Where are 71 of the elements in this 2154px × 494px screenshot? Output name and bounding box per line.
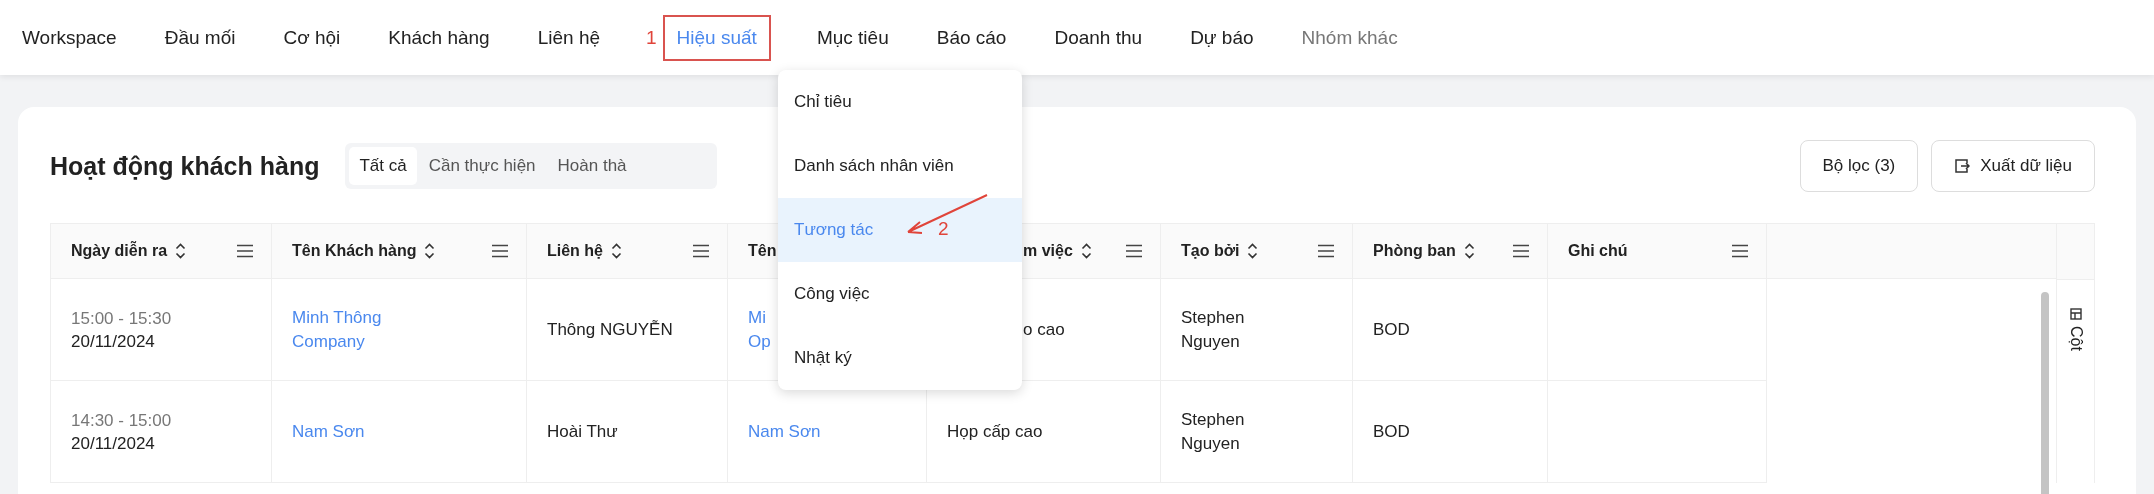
link[interactable]: Mi Op — [748, 305, 771, 354]
link[interactable]: Minh Thông Company — [292, 305, 382, 354]
menu-item[interactable]: Chỉ tiêu — [778, 70, 1022, 134]
sort-icon[interactable] — [175, 242, 187, 260]
time-range: 14:30 - 15:00 — [71, 409, 172, 432]
link[interactable]: Nam Sơn — [748, 419, 821, 444]
card-title: Hoạt động khách hàng — [50, 151, 320, 181]
nav-item[interactable]: Dự báo — [1188, 14, 1256, 61]
filter-button[interactable]: Bộ lọc (3) — [1799, 140, 1919, 192]
menu-icon[interactable] — [693, 244, 709, 258]
filter-tab[interactable]: Hoàn thà — [547, 147, 637, 185]
sort-icon[interactable] — [424, 242, 436, 260]
table-cell-text: Stephen Nguyen — [1181, 408, 1245, 455]
nav-item[interactable]: Báo cáo — [934, 14, 1009, 61]
sort-icon[interactable] — [611, 242, 622, 260]
nav-item[interactable]: Doanh thu — [1052, 14, 1145, 61]
filter-tab[interactable]: Cần thực hiện — [418, 147, 546, 185]
nav-item[interactable]: Nhóm khác — [1299, 14, 1400, 61]
sort-icon[interactable] — [1463, 242, 1475, 260]
column-title: Tạo bởi — [1181, 242, 1240, 260]
table-cell-text: BOD — [1373, 420, 1410, 443]
menu-icon[interactable] — [1732, 244, 1748, 258]
columns-toggle[interactable]: Cột — [2066, 326, 2085, 351]
column-title: Tên — [748, 242, 777, 260]
column-header[interactable]: Ghi chú — [1548, 224, 1767, 279]
menu-item[interactable]: Nhật ký — [778, 326, 1022, 390]
nav-item[interactable]: Hiệu suất — [662, 14, 771, 61]
nav-item[interactable]: Liên hệ — [535, 14, 603, 61]
export-icon — [1954, 158, 1971, 174]
table-cell-text: BOD — [1373, 318, 1410, 341]
step-number: 1 — [646, 26, 657, 49]
table-cell-text: Họp cấp cao — [947, 420, 1043, 443]
nav-item[interactable]: Đầu mối — [162, 14, 238, 61]
menu-icon[interactable] — [1126, 244, 1142, 258]
column-title: Ngày diễn ra — [71, 242, 168, 260]
table-cell-text: Thông NGUYỄN — [547, 318, 673, 341]
nav-item[interactable]: Workspace — [20, 14, 119, 61]
nav-item[interactable]: Cơ hội — [281, 14, 343, 61]
date: 20/11/2024 — [71, 432, 156, 455]
menu-icon[interactable] — [1513, 244, 1529, 258]
column-header[interactable]: Ngày diễn ra — [51, 224, 272, 279]
menu-icon[interactable] — [237, 244, 253, 258]
date: 20/11/2024 — [71, 330, 156, 353]
table-cell-text: Hoài Thư — [547, 420, 618, 443]
column-header[interactable]: Liên hệ — [527, 224, 728, 279]
filter-tab[interactable]: Tất cả — [349, 147, 417, 185]
menu-item[interactable]: Danh sách nhân viên — [778, 134, 1022, 198]
column-title: Ghi chú — [1568, 242, 1628, 260]
nav-item[interactable]: Khách hàng — [386, 14, 492, 61]
export-button[interactable]: Xuất dữ liệu — [1931, 140, 2095, 192]
column-title: Phòng ban — [1373, 242, 1456, 260]
column-header[interactable]: Tạo bởi — [1161, 224, 1353, 279]
time-range: 15:00 - 15:30 — [71, 307, 172, 330]
column-header[interactable]: m việc — [1023, 224, 1142, 278]
column-header[interactable]: Phòng ban — [1353, 224, 1548, 279]
column-header[interactable]: Tên Khách hàng — [272, 224, 527, 279]
sort-icon[interactable] — [1080, 242, 1092, 260]
menu-item[interactable]: Công việc — [778, 262, 1022, 326]
menu-icon[interactable] — [492, 244, 508, 258]
nav-item[interactable]: Mục tiêu — [814, 14, 891, 61]
table-icon — [2069, 308, 2082, 320]
sort-icon[interactable] — [1247, 242, 1259, 260]
table-cell-text: o cao — [1023, 318, 1065, 341]
column-title: Tên Khách hàng — [292, 242, 417, 260]
link[interactable]: Nam Sơn — [292, 419, 365, 444]
column-title: m việc — [1023, 242, 1073, 260]
step-number: 2 — [938, 218, 949, 240]
menu-icon[interactable] — [1318, 244, 1334, 258]
scrollbar-thumb[interactable] — [2041, 292, 2049, 494]
table-cell-text: Stephen Nguyen — [1181, 306, 1245, 353]
column-title: Liên hệ — [547, 242, 603, 260]
